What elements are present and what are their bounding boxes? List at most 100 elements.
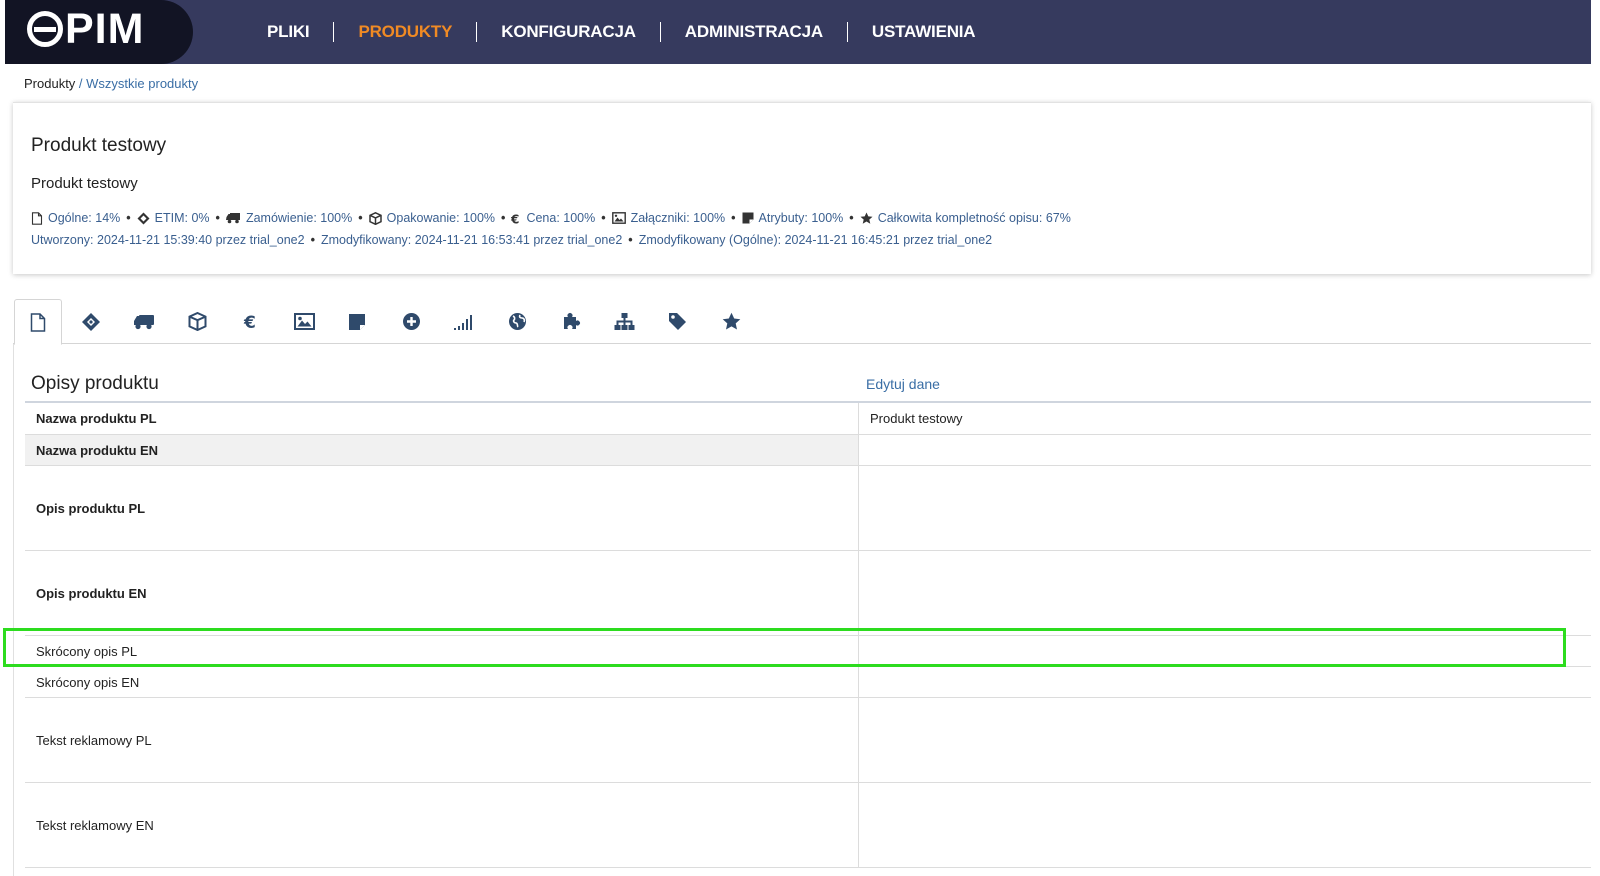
tab-price[interactable]: € [227, 299, 275, 344]
table-row[interactable]: Tekst reklamowy PL [25, 698, 1591, 783]
stat-separator: • [601, 211, 606, 225]
stat-separator: • [849, 211, 854, 225]
row-label: Nazwa produktu EN [25, 435, 859, 465]
nav-item-produkty[interactable]: PRODUKTY [334, 22, 476, 42]
stat-separator: • [501, 211, 506, 225]
stat-separator: • [126, 211, 131, 225]
app-logo[interactable]: PIM [27, 5, 144, 54]
row-value [859, 783, 1591, 867]
table-row[interactable]: Tekst reklamowy EN [25, 783, 1591, 868]
tab-statistics[interactable] [440, 299, 488, 344]
svg-text:€: € [243, 313, 256, 332]
etim-icon [137, 212, 150, 224]
meta-separator: • [310, 233, 315, 247]
highlight-box [3, 628, 1566, 667]
row-label: Nazwa produktu PL [25, 403, 859, 434]
meta-created: Utworzony: 2024-11-21 15:39:40 przez tri… [31, 233, 305, 247]
tab-completeness[interactable] [707, 299, 755, 344]
meta-separator: • [628, 233, 633, 247]
tab-packaging[interactable] [173, 299, 221, 344]
etim-icon [82, 312, 100, 331]
row-label: Opis produktu EN [25, 551, 859, 635]
stat-separator: • [215, 211, 220, 225]
stat-price: € Cena: 100% [511, 211, 596, 225]
stat-etim: ETIM: 0% [137, 211, 210, 225]
stat-separator: • [731, 211, 736, 225]
sitemap-icon [614, 313, 634, 330]
row-value [859, 667, 1591, 697]
stat-order: Zamówienie: 100% [225, 211, 352, 225]
euro-icon: € [511, 212, 519, 225]
note-icon [742, 212, 754, 224]
tab-etim[interactable] [67, 299, 115, 344]
row-label: Tekst reklamowy EN [25, 783, 859, 867]
breadcrumb-root[interactable]: Produkty [24, 76, 75, 91]
section-title: Opisy produktu [31, 373, 159, 394]
row-label: Tekst reklamowy PL [25, 698, 859, 782]
stat-attachments: Załączniki: 100% [611, 211, 725, 225]
row-value [859, 698, 1591, 782]
star-icon [722, 312, 740, 330]
truck-icon [225, 213, 240, 224]
nav-item-administracja[interactable]: ADMINISTRACJA [661, 22, 847, 42]
puzzle-icon [564, 312, 580, 329]
tag-icon [668, 313, 686, 330]
stat-attributes: Atrybuty: 100% [742, 211, 843, 225]
box-icon [188, 312, 206, 331]
stat-general: Ogólne: 14% [31, 211, 120, 225]
stat-packaging: Opakowanie: 100% [368, 211, 495, 225]
plus-circle-icon [402, 313, 420, 330]
star-icon [860, 212, 873, 224]
tab-translations[interactable] [493, 299, 541, 344]
product-title: Produkt testowy [31, 135, 167, 156]
tab-attachments[interactable] [280, 299, 328, 344]
tab-additional[interactable] [387, 299, 435, 344]
file-icon [31, 211, 43, 225]
globe-icon [508, 313, 526, 330]
truck-icon [134, 315, 154, 330]
meta-modified: Zmodyfikowany: 2024-11-21 16:53:41 przez… [320, 233, 623, 247]
table-row[interactable]: Opis produktu PL [25, 466, 1591, 551]
tab-structure[interactable] [600, 299, 648, 344]
tab-general[interactable] [14, 299, 62, 345]
image-icon [293, 313, 315, 330]
logo-container[interactable]: PIM [5, 0, 193, 64]
edit-data-link[interactable]: Edytuj dane [866, 376, 940, 392]
main-nav: PLIKI PRODUKTY KONFIGURACJA ADMINISTRACJ… [243, 0, 999, 64]
euro-icon: € [243, 313, 256, 332]
product-meta: Utworzony: 2024-11-21 15:39:40 przez tri… [31, 233, 992, 247]
file-icon [30, 312, 46, 332]
table-row[interactable]: Nazwa produktu PL Produkt testowy [25, 403, 1591, 435]
nav-item-ustawienia[interactable]: USTAWIENIA [848, 22, 999, 42]
table-row[interactable]: Opis produktu EN [25, 551, 1591, 636]
completeness-stats: Ogólne: 14% • ETIM: 0% • Zamówienie: 100… [31, 211, 1071, 225]
stat-separator: • [358, 211, 363, 225]
signal-icon [454, 314, 472, 330]
tab-attributes[interactable] [333, 299, 381, 344]
row-value [859, 551, 1591, 635]
note-icon [349, 313, 365, 330]
svg-text:€: € [511, 212, 519, 225]
nav-item-konfiguracja[interactable]: KONFIGURACJA [477, 22, 660, 42]
top-navbar: PIM PLIKI PRODUKTY KONFIGURACJA ADMINIST… [5, 0, 1591, 64]
tab-tags[interactable] [653, 299, 701, 344]
tab-modules[interactable] [547, 299, 595, 344]
breadcrumb-current[interactable]: Wszystkie produkty [86, 76, 198, 91]
row-value [859, 466, 1591, 550]
table-row[interactable]: Nazwa produktu EN [25, 435, 1591, 466]
meta-modified-general: Zmodyfikowany (Ogólne): 2024-11-21 16:45… [638, 233, 993, 247]
row-value: Produkt testowy [870, 411, 963, 426]
box-icon [368, 211, 382, 225]
image-icon [611, 212, 626, 224]
product-header-panel: Produkt testowy Produkt testowy Ogólne: … [13, 102, 1591, 274]
breadcrumb-separator: / [75, 76, 87, 91]
product-subtitle: Produkt testowy [31, 175, 138, 192]
breadcrumb: Produkty / Wszystkie produkty [24, 76, 198, 91]
row-value [859, 435, 1591, 465]
product-tabs: € [13, 299, 1591, 345]
tab-order[interactable] [120, 299, 168, 344]
table-row[interactable]: Skrócony opis EN [25, 667, 1591, 698]
row-label: Opis produktu PL [25, 466, 859, 550]
logo-e-mark [27, 11, 63, 47]
nav-item-pliki[interactable]: PLIKI [243, 22, 333, 42]
